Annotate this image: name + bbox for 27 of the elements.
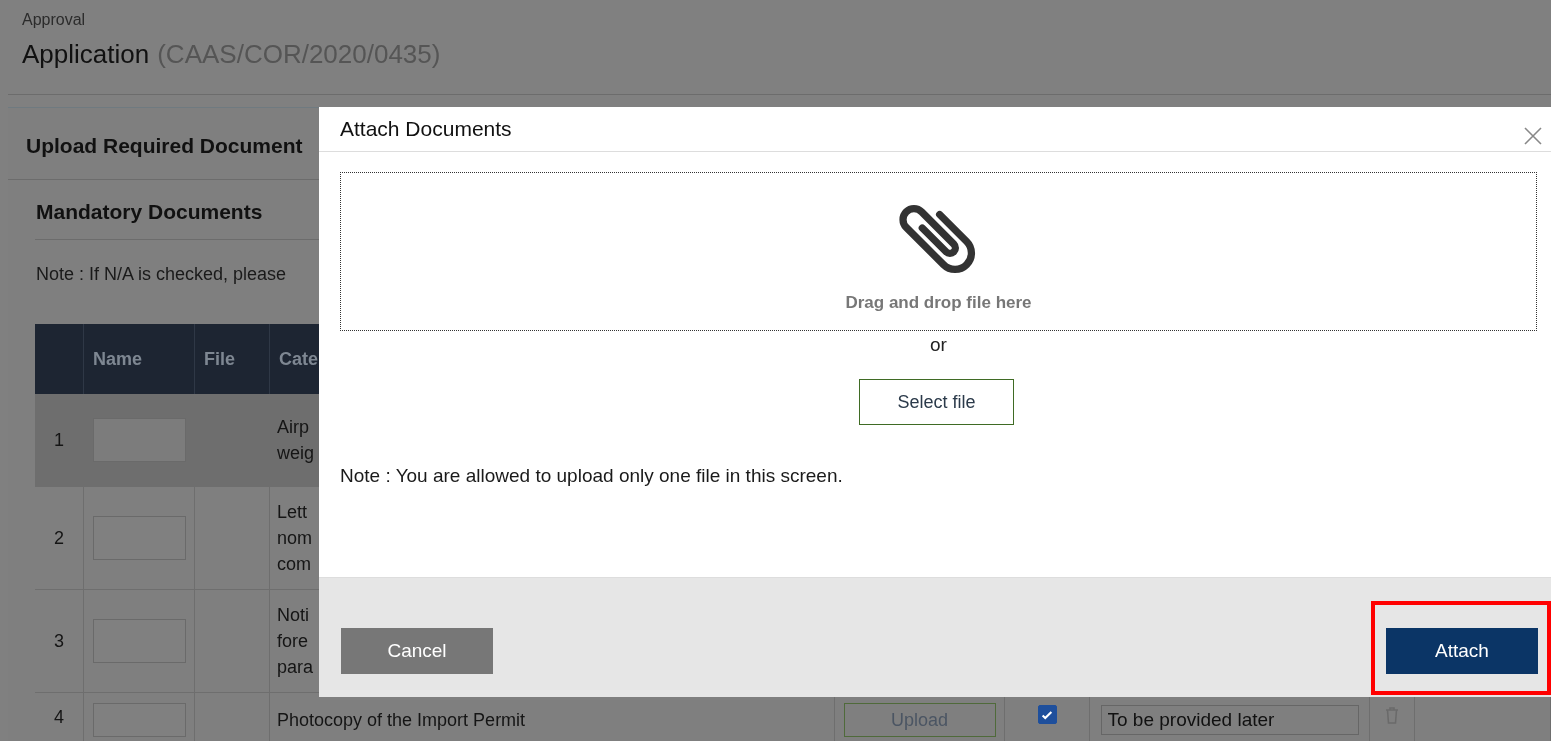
upload-note: Note : You are allowed to upload only one file in this screen. (340, 465, 843, 486)
category-text: Lett nom com (277, 501, 312, 576)
dialog-title: Attach Documents (340, 117, 512, 141)
close-icon[interactable] (1523, 126, 1543, 146)
row-number: 4 (54, 707, 64, 728)
breadcrumb: Approval (22, 11, 87, 29)
select-file-button[interactable]: Select file (859, 379, 1014, 425)
column-header: File (204, 348, 235, 370)
category-text: Noti fore para (277, 604, 314, 679)
cancel-button[interactable]: Cancel (341, 628, 493, 674)
row-number: 3 (54, 630, 64, 652)
column-header: Cate (279, 348, 318, 370)
drop-zone[interactable]: Drag and drop file here (340, 172, 1537, 331)
drop-hint: Drag and drop file here (845, 293, 1032, 313)
row-number: 2 (54, 527, 64, 549)
category-text: Photocopy of the Import Permit (277, 709, 526, 732)
section-title: Upload Required Document (26, 134, 303, 157)
subsection-title: Mandatory Documents (36, 200, 263, 223)
or-text: or (930, 334, 947, 355)
page-title: Application (22, 39, 150, 69)
remarks-field[interactable]: To be provided later (1100, 705, 1359, 735)
na-checkbox[interactable] (1037, 705, 1057, 724)
note-text: Note : If N/A is checked, please (36, 264, 287, 284)
row-number: 1 (54, 429, 64, 451)
attach-button[interactable]: Attach (1386, 628, 1538, 674)
column-header: Name (93, 348, 143, 370)
category-text: Airp weig (277, 416, 315, 465)
